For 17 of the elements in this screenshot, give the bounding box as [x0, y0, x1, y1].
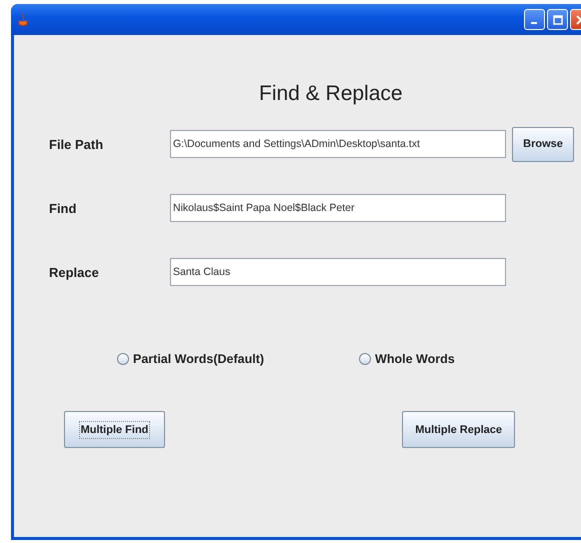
- multiple-find-button[interactable]: Multiple Find: [64, 411, 165, 448]
- field-label: Find: [49, 200, 78, 216]
- minimize-icon: [530, 22, 536, 24]
- radio-option[interactable]: Partial Words(Default): [117, 352, 264, 366]
- radio-option[interactable]: Whole Words: [359, 352, 455, 366]
- multiple-replace-button[interactable]: Multiple Replace: [402, 411, 515, 448]
- field-label: Replace: [49, 264, 100, 280]
- maximize-icon: [552, 14, 562, 24]
- input-field[interactable]: G:\Documents and Settings\ADmin\Desktop\santa.txt: [170, 130, 506, 158]
- maximize-button[interactable]: [547, 9, 568, 30]
- field-label: File Path: [49, 136, 104, 152]
- input-field[interactable]: Nikolaus$Saint Papa Noel$Black Peter: [170, 194, 506, 222]
- coffee-cup-icon: [18, 12, 28, 26]
- browse-button[interactable]: Browse: [512, 126, 574, 162]
- dialog-heading: Find & Replace: [259, 82, 404, 106]
- input-field[interactable]: Santa Claus: [170, 258, 506, 286]
- minimize-button[interactable]: [524, 9, 545, 30]
